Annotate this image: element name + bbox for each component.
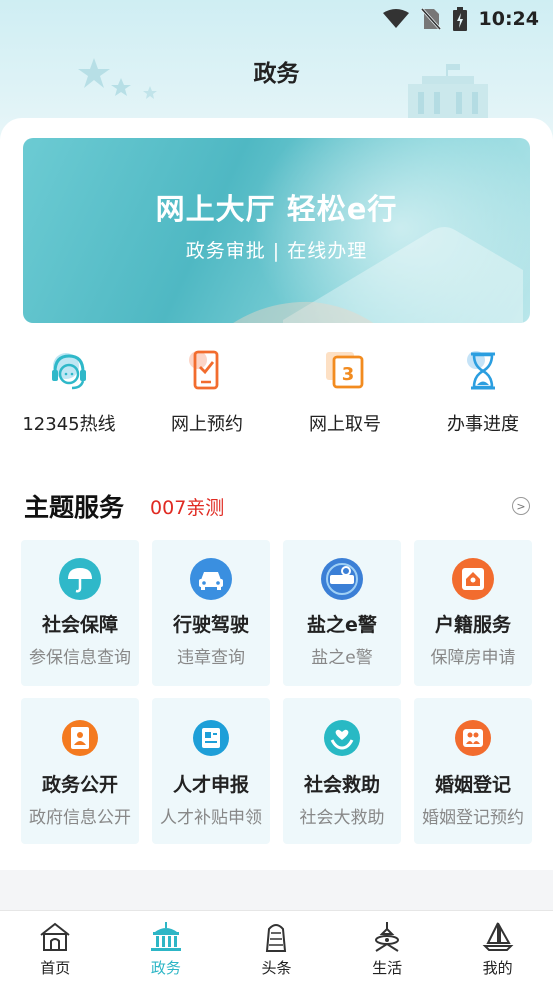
- svg-text:3: 3: [342, 364, 355, 385]
- bottom-navigation: 首页 政务 头条 生活 我的: [0, 910, 553, 983]
- tile-social-relief[interactable]: 社会救助 社会大救助: [283, 698, 401, 844]
- theme-services-grid: 社会保障 参保信息查询 行驶驾驶 违章查询 盐之e警 盐之e警 户籍服务 保障房…: [21, 540, 533, 844]
- quick-action-take-number[interactable]: 3 网上取号: [276, 346, 414, 446]
- tile-subtitle: 社会大救助: [299, 808, 385, 828]
- ticket-number-icon: 3: [326, 352, 364, 389]
- quick-actions: 12345热线 网上预约 3 网上取号 办事进度: [0, 346, 553, 446]
- government-building-icon: [150, 922, 181, 951]
- headset-icon: [52, 353, 86, 390]
- quick-action-label: 12345热线: [22, 414, 116, 435]
- tile-subtitle: 政府信息公开: [29, 808, 131, 828]
- nav-headlines[interactable]: 头条: [221, 911, 332, 983]
- main-card: 网上大厅 轻松e行 政务审批 | 在线办理 12345热线 网上预约 3 网上取…: [0, 118, 553, 870]
- nav-label: 头条: [261, 959, 292, 977]
- tile-social-security[interactable]: 社会保障 参保信息查询: [21, 540, 139, 686]
- tile-title: 人才申报: [172, 774, 249, 796]
- tile-marriage[interactable]: 婚姻登记 婚姻登记预约: [414, 698, 532, 844]
- tile-household[interactable]: 户籍服务 保障房申请: [414, 540, 532, 686]
- tile-gov-affairs[interactable]: 政务公开 政府信息公开: [21, 698, 139, 844]
- tile-title: 行驶驾驶: [172, 614, 249, 636]
- nav-home[interactable]: 首页: [0, 911, 111, 983]
- umbrella-icon: [59, 558, 101, 600]
- quick-action-progress[interactable]: 办事进度: [414, 346, 552, 446]
- couple-icon: [455, 720, 491, 756]
- tile-title: 户籍服务: [434, 614, 511, 636]
- banner-subline: 政务审批 | 在线办理: [185, 240, 368, 262]
- theme-services-header: 主题服务 007亲测 >: [24, 486, 530, 526]
- page-title: 政务: [253, 61, 300, 87]
- section-title: 主题服务: [24, 493, 125, 522]
- tile-title: 政务公开: [41, 774, 118, 796]
- tower-icon: [375, 922, 400, 952]
- headlines-icon: [266, 924, 287, 952]
- nav-label: 政务: [150, 959, 181, 977]
- tile-subtitle: 盐之e警: [311, 648, 373, 668]
- status-bar: 10:24: [0, 0, 553, 38]
- wifi-icon: [382, 9, 409, 28]
- police-badge-icon: [321, 558, 363, 600]
- nav-label: 生活: [372, 959, 403, 977]
- tile-subtitle: 婚姻登记预约: [422, 808, 524, 828]
- tile-driving[interactable]: 行驶驾驶 违章查询: [152, 540, 270, 686]
- tile-talent[interactable]: 人才申报 人才补贴申领: [152, 698, 270, 844]
- chevron-right-icon[interactable]: >: [512, 497, 530, 515]
- house-icon: [452, 558, 494, 600]
- tile-police[interactable]: 盐之e警 盐之e警: [283, 540, 401, 686]
- tile-title: 社会救助: [303, 774, 380, 796]
- helping-hands-icon: [324, 720, 360, 756]
- tile-subtitle: 违章查询: [177, 648, 245, 668]
- nav-government[interactable]: 政务: [111, 911, 222, 983]
- quick-action-label: 办事进度: [447, 414, 519, 435]
- quick-action-appointment[interactable]: 网上预约: [138, 346, 276, 446]
- quick-action-label: 网上取号: [309, 414, 381, 435]
- no-sim-icon: [420, 8, 441, 30]
- sailboat-icon: [482, 922, 514, 951]
- quick-action-label: 网上预约: [171, 414, 243, 435]
- nav-life[interactable]: 生活: [332, 911, 443, 983]
- tile-subtitle: 参保信息查询: [29, 648, 131, 668]
- phone-check-icon: [189, 350, 219, 390]
- tile-subtitle: 人才补贴申领: [160, 808, 262, 828]
- status-time: 10:24: [478, 8, 539, 30]
- person-icon: [62, 720, 98, 756]
- nav-label: 我的: [482, 959, 513, 977]
- home-icon: [40, 922, 70, 951]
- nav-mine[interactable]: 我的: [442, 911, 553, 983]
- promo-banner[interactable]: 网上大厅 轻松e行 政务审批 | 在线办理: [23, 138, 530, 323]
- car-icon: [190, 558, 232, 600]
- section-tag: 007亲测: [150, 496, 225, 519]
- quick-action-hotline[interactable]: 12345热线: [0, 346, 138, 446]
- tile-title: 盐之e警: [307, 614, 377, 636]
- tile-title: 社会保障: [41, 614, 118, 636]
- tile-title: 婚姻登记: [434, 774, 511, 796]
- tile-subtitle: 保障房申请: [430, 648, 516, 668]
- hourglass-icon: [467, 351, 495, 390]
- id-card-icon: [193, 720, 229, 756]
- battery-charging-icon: [452, 7, 467, 31]
- nav-label: 首页: [40, 959, 71, 977]
- banner-headline: 网上大厅 轻松e行: [155, 192, 398, 226]
